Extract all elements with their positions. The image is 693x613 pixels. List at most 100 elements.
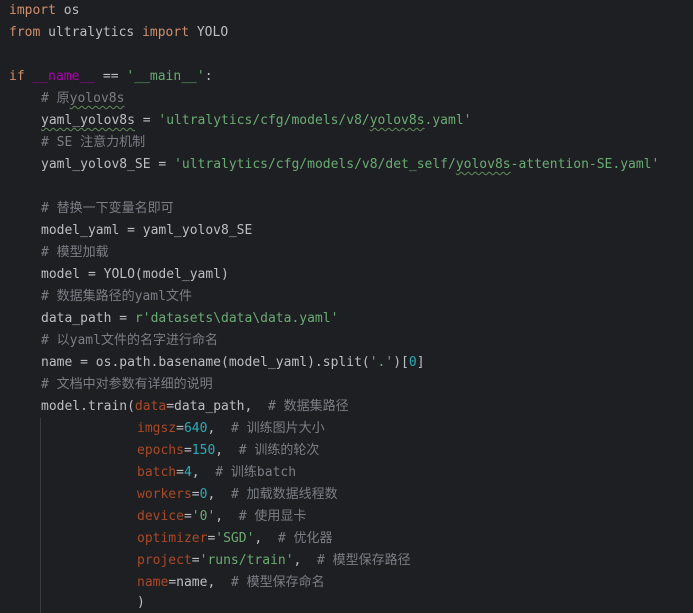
string-literal: .yaml': [424, 113, 472, 128]
code-line-1[interactable]: import os: [9, 0, 79, 22]
variable: yaml_yolov8s: [41, 113, 135, 128]
code-line-20[interactable]: imgsz=640, # 训练图片大小: [137, 418, 325, 440]
string-literal: '0': [191, 509, 216, 524]
dunder-name: __name__: [32, 69, 96, 84]
code-text: data_path =: [41, 311, 135, 326]
code-line-2[interactable]: from ultralytics import YOLO: [9, 22, 228, 44]
number-literal: 150: [191, 443, 216, 458]
code-line-26[interactable]: project='runs/train', # 模型保存路径: [137, 550, 411, 572]
keyword-argument: optimizer: [137, 531, 208, 546]
code-text: =: [183, 443, 192, 458]
keyword-argument: project: [137, 553, 192, 568]
string-literal: r'datasets\data\data.yaml': [134, 311, 339, 326]
code-text: model.train(: [41, 399, 135, 414]
code-text: ,: [293, 553, 318, 568]
comment: # 训练batch: [215, 465, 297, 480]
number-literal: 4: [183, 465, 192, 480]
string-literal-typo: yolov8s: [455, 157, 511, 172]
code-text: =data_path,: [166, 399, 268, 414]
keyword-from: from: [9, 25, 41, 40]
code-text: :: [204, 69, 213, 84]
code-text: =: [150, 157, 175, 172]
code-line-23[interactable]: workers=0, # 加载数据线程数: [137, 484, 338, 506]
code-text: =: [176, 421, 184, 436]
code-text: ,: [207, 421, 231, 436]
comment: # 训练的轮次: [238, 443, 320, 458]
code-text: os: [55, 3, 80, 18]
keyword-argument: data: [134, 399, 167, 414]
comment: # 原: [41, 91, 70, 106]
string-literal: '.': [369, 355, 394, 370]
code-line-12[interactable]: # 模型加载: [41, 242, 109, 264]
code-text: ,: [254, 531, 278, 546]
code-line-18[interactable]: # 文档中对参数有详细的说明: [41, 374, 213, 396]
code-line-19[interactable]: model.train(data=data_path, # 数据集路径: [41, 396, 349, 418]
keyword-import: import: [9, 3, 56, 18]
code-text: =: [191, 487, 200, 502]
code-text: YOLO: [189, 25, 229, 40]
comment: # 替换一下变量名即可: [41, 201, 174, 216]
code-text: ultralytics: [40, 25, 143, 40]
code-text: model_yaml = yaml_yolov8_SE: [41, 223, 253, 238]
keyword-argument: device: [137, 509, 184, 524]
comment: # 训练图片大小: [230, 421, 325, 436]
code-line-13[interactable]: model = YOLO(model_yaml): [41, 264, 229, 286]
code-line-8[interactable]: yaml_yolov8_SE = 'ultralytics/cfg/models…: [41, 154, 659, 176]
comment: # 以yaml文件的名字进行命名: [41, 333, 218, 348]
code-text: ]: [416, 355, 425, 370]
comment: # 数据集路径: [267, 399, 349, 414]
code-line-17[interactable]: name = os.path.basename(model_yaml).spli…: [41, 352, 425, 374]
code-text: =: [191, 553, 200, 568]
keyword-import: import: [142, 25, 190, 40]
code-line-6[interactable]: yaml_yolov8s = 'ultralytics/cfg/models/v…: [41, 110, 472, 132]
indent-guide: [40, 418, 41, 613]
number-literal: 0: [408, 355, 417, 370]
comment: # 模型加载: [41, 245, 109, 260]
code-text: =: [183, 509, 192, 524]
keyword-argument: epochs: [137, 443, 184, 458]
comment: # 优化器: [277, 531, 333, 546]
keyword-if: if: [9, 69, 25, 84]
comment: # 数据集路径的yaml文件: [41, 289, 192, 304]
comment-typo: yolov8s: [69, 91, 125, 106]
keyword-argument: workers: [137, 487, 192, 502]
comment: # 加载数据线程数: [230, 487, 338, 502]
string-literal: -attention-SE.yaml': [510, 157, 660, 172]
string-literal: 'runs/train': [199, 553, 294, 568]
code-line-24[interactable]: device='0', # 使用显卡: [137, 506, 306, 528]
code-text: ==: [95, 69, 127, 84]
code-line-27[interactable]: name=name, # 模型保存命名: [137, 572, 325, 594]
string-literal: 'ultralytics/cfg/models/v8/det_self/: [174, 157, 456, 172]
code-line-25[interactable]: optimizer='SGD', # 优化器: [137, 528, 333, 550]
keyword-argument: imgsz: [137, 421, 177, 436]
code-text: model = YOLO(model_yaml): [41, 267, 229, 282]
string-literal: 'SGD': [215, 531, 255, 546]
number-literal: 640: [183, 421, 208, 436]
string-literal-typo: yolov8s: [369, 113, 425, 128]
code-text: ,: [207, 487, 231, 502]
code-text: )[: [393, 355, 409, 370]
code-line-4[interactable]: if __name__ == '__main__':: [9, 66, 213, 88]
code-text: =name,: [168, 575, 231, 590]
code-text: ): [137, 595, 145, 610]
code-line-21[interactable]: epochs=150, # 训练的轮次: [137, 440, 319, 462]
code-line-28[interactable]: ): [137, 592, 145, 613]
code-editor[interactable]: import os from ultralytics import YOLO i…: [0, 0, 693, 613]
code-line-5[interactable]: # 原yolov8s: [41, 88, 124, 110]
comment: # 模型保存路径: [317, 553, 411, 568]
keyword-argument: batch: [137, 465, 177, 480]
comment: # 文档中对参数有详细的说明: [41, 377, 213, 392]
string-literal: '__main__': [126, 69, 205, 84]
code-text: name = os.path.basename(model_yaml).spli…: [41, 355, 370, 370]
keyword-argument: name: [137, 575, 169, 590]
code-line-11[interactable]: model_yaml = yaml_yolov8_SE: [41, 220, 252, 242]
code-line-15[interactable]: data_path = r'datasets\data\data.yaml': [41, 308, 338, 330]
code-text: =: [176, 465, 184, 480]
comment: # 模型保存命名: [230, 575, 325, 590]
code-line-16[interactable]: # 以yaml文件的名字进行命名: [41, 330, 218, 352]
string-literal: 'ultralytics/cfg/models/v8/: [158, 113, 370, 128]
code-line-14[interactable]: # 数据集路径的yaml文件: [41, 286, 192, 308]
code-line-10[interactable]: # 替换一下变量名即可: [41, 198, 174, 220]
code-line-22[interactable]: batch=4, # 训练batch: [137, 462, 296, 484]
code-line-7[interactable]: # SE 注意力机制: [41, 132, 145, 154]
